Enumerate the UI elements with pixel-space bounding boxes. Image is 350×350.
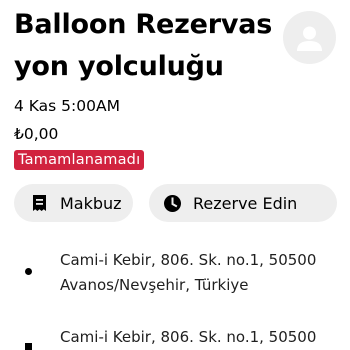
pickup-address-line1: Cami-i Kebir, 806. Sk. no.1, 50500 [60,251,317,269]
status-badge: Tamamlanamadı [14,150,145,170]
avatar[interactable] [283,11,336,64]
reserve-button-label: Rezerve Edin [193,193,298,213]
person-icon [297,26,322,51]
trip-datetime: 4 Kas 5:00AM [14,97,120,115]
receipt-icon [30,194,48,212]
dropoff-address: Cami-i Kebir, 806. Sk. no.1, 50500 [60,325,316,350]
pickup-address-line2: Avanos/Nevşehir, Türkiye [60,276,249,294]
trip-title: Balloon Rezervas yon yolculuğu [14,9,273,82]
pickup-address: Cami-i Kebir, 806. Sk. no.1, 50500 Avano… [60,248,316,298]
clock-icon [163,194,181,212]
receipt-button-label: Makbuz [60,193,122,213]
dropoff-marker-icon [25,343,32,350]
pickup-marker-icon [25,268,32,275]
reserve-button[interactable]: Rezerve Edin [149,184,337,222]
trip-price: ₺0,00 [14,125,59,143]
receipt-button[interactable]: Makbuz [14,184,133,222]
dropoff-address-line1: Cami-i Kebir, 806. Sk. no.1, 50500 [60,328,317,346]
